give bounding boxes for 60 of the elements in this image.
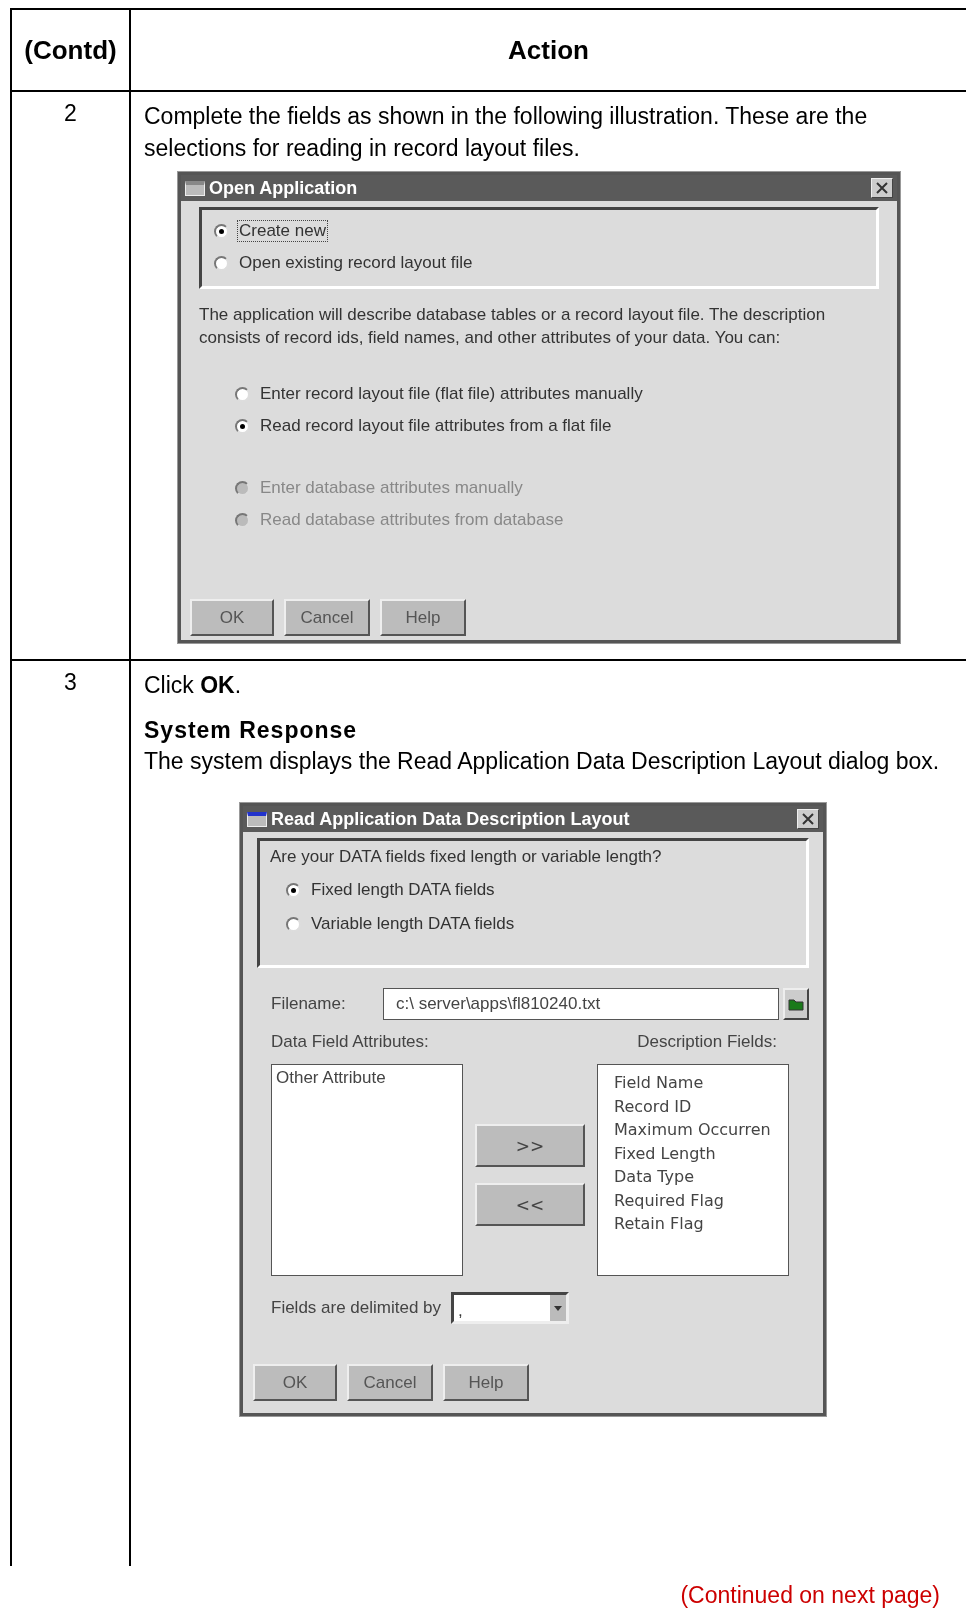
field-label: Fields are delimited by (271, 1298, 442, 1318)
caret-icon (554, 1305, 563, 1311)
close-icon (875, 181, 889, 195)
list-item[interactable]: Maximum Occurren (614, 1118, 788, 1142)
list-label: Data Field Attributes: (271, 1032, 429, 1052)
section-heading: System Response (144, 716, 359, 745)
radio-label: Enter database attributes manually (259, 477, 524, 499)
description-text: The application will describe database tables or a record layout file. The description consists of record ids, field names, and other attributes of your data. You can: (199, 304, 827, 349)
radio-label: Open existing record layout file (238, 252, 474, 274)
close-icon (801, 812, 815, 826)
instruction-text: Click OK. (144, 672, 242, 698)
radio-button[interactable] (214, 255, 229, 271)
list-item[interactable]: Retain Flag (614, 1212, 788, 1236)
window-icon (247, 811, 267, 827)
move-button[interactable]: << (475, 1183, 585, 1226)
question-text: Are your DATA fields fixed length or variable length? (270, 847, 663, 867)
window-title: Open Application (209, 177, 358, 199)
close-button[interactable] (871, 178, 893, 198)
browse-button[interactable] (783, 988, 809, 1020)
radio-button[interactable] (235, 418, 250, 434)
radio-label: Create new (237, 220, 328, 242)
delimiter-dropdown[interactable]: , (451, 1292, 570, 1324)
radio-label: Read database attributes from database (259, 509, 565, 531)
list-item[interactable]: Record ID (614, 1094, 788, 1118)
instruction-text: Complete the fields as shown in the following illustration. These are the selections for reading in record layout files. (144, 103, 868, 161)
radio-label: Enter record layout file (flat file) attributes manually (259, 383, 644, 405)
radio-button[interactable] (286, 916, 301, 932)
dialog-button[interactable]: Cancel (347, 1364, 433, 1401)
step-number: 3 (64, 669, 77, 695)
list-item[interactable]: Field Name (614, 1071, 788, 1095)
radio-button[interactable] (214, 223, 229, 239)
close-button[interactable] (797, 809, 819, 829)
radio-button[interactable] (235, 386, 250, 402)
list-item[interactable]: Data Type (614, 1165, 788, 1189)
window-icon (185, 180, 205, 196)
list-item[interactable]: Other Attribute (276, 1067, 458, 1089)
dialog-button[interactable]: Help (443, 1364, 529, 1401)
filename-field[interactable]: c:\ server\apps\fl810240.txt (383, 988, 779, 1020)
step-number: 2 (64, 100, 77, 126)
radio-label: Variable length DATA fields (310, 913, 516, 935)
dialog-button[interactable]: OK (190, 599, 274, 636)
list-box[interactable]: Field Name Record ID Maximum Occurren Fixed Length Data Type Required Flag Retain Flag (597, 1064, 789, 1276)
dialog-button[interactable]: Cancel (284, 599, 370, 636)
radio-label: Fixed length DATA fields (310, 879, 496, 901)
list-item[interactable]: Required Flag (614, 1188, 788, 1212)
instruction-text: The system displays the Read Application Data Description Layout dialog box. (144, 748, 940, 774)
window-title: Read Application Data Description Layout (271, 808, 630, 830)
list-item[interactable]: Fixed Length (614, 1141, 788, 1165)
dialog-button[interactable]: OK (253, 1364, 337, 1401)
column-header: Action (508, 34, 589, 66)
column-header: (Contd) (24, 34, 117, 66)
list-label: Description Fields: (637, 1032, 777, 1052)
dialog-button[interactable]: Help (380, 599, 466, 636)
move-button[interactable]: >> (475, 1124, 585, 1167)
radio-label: Read record layout file attributes from a flat file (259, 415, 613, 437)
list-box[interactable]: Other Attribute (271, 1064, 463, 1276)
radio-button[interactable] (286, 882, 301, 898)
field-label: Filename: (271, 994, 347, 1014)
folder-icon (788, 997, 804, 1011)
continued-note: (Continued on next page) (680, 1582, 940, 1609)
